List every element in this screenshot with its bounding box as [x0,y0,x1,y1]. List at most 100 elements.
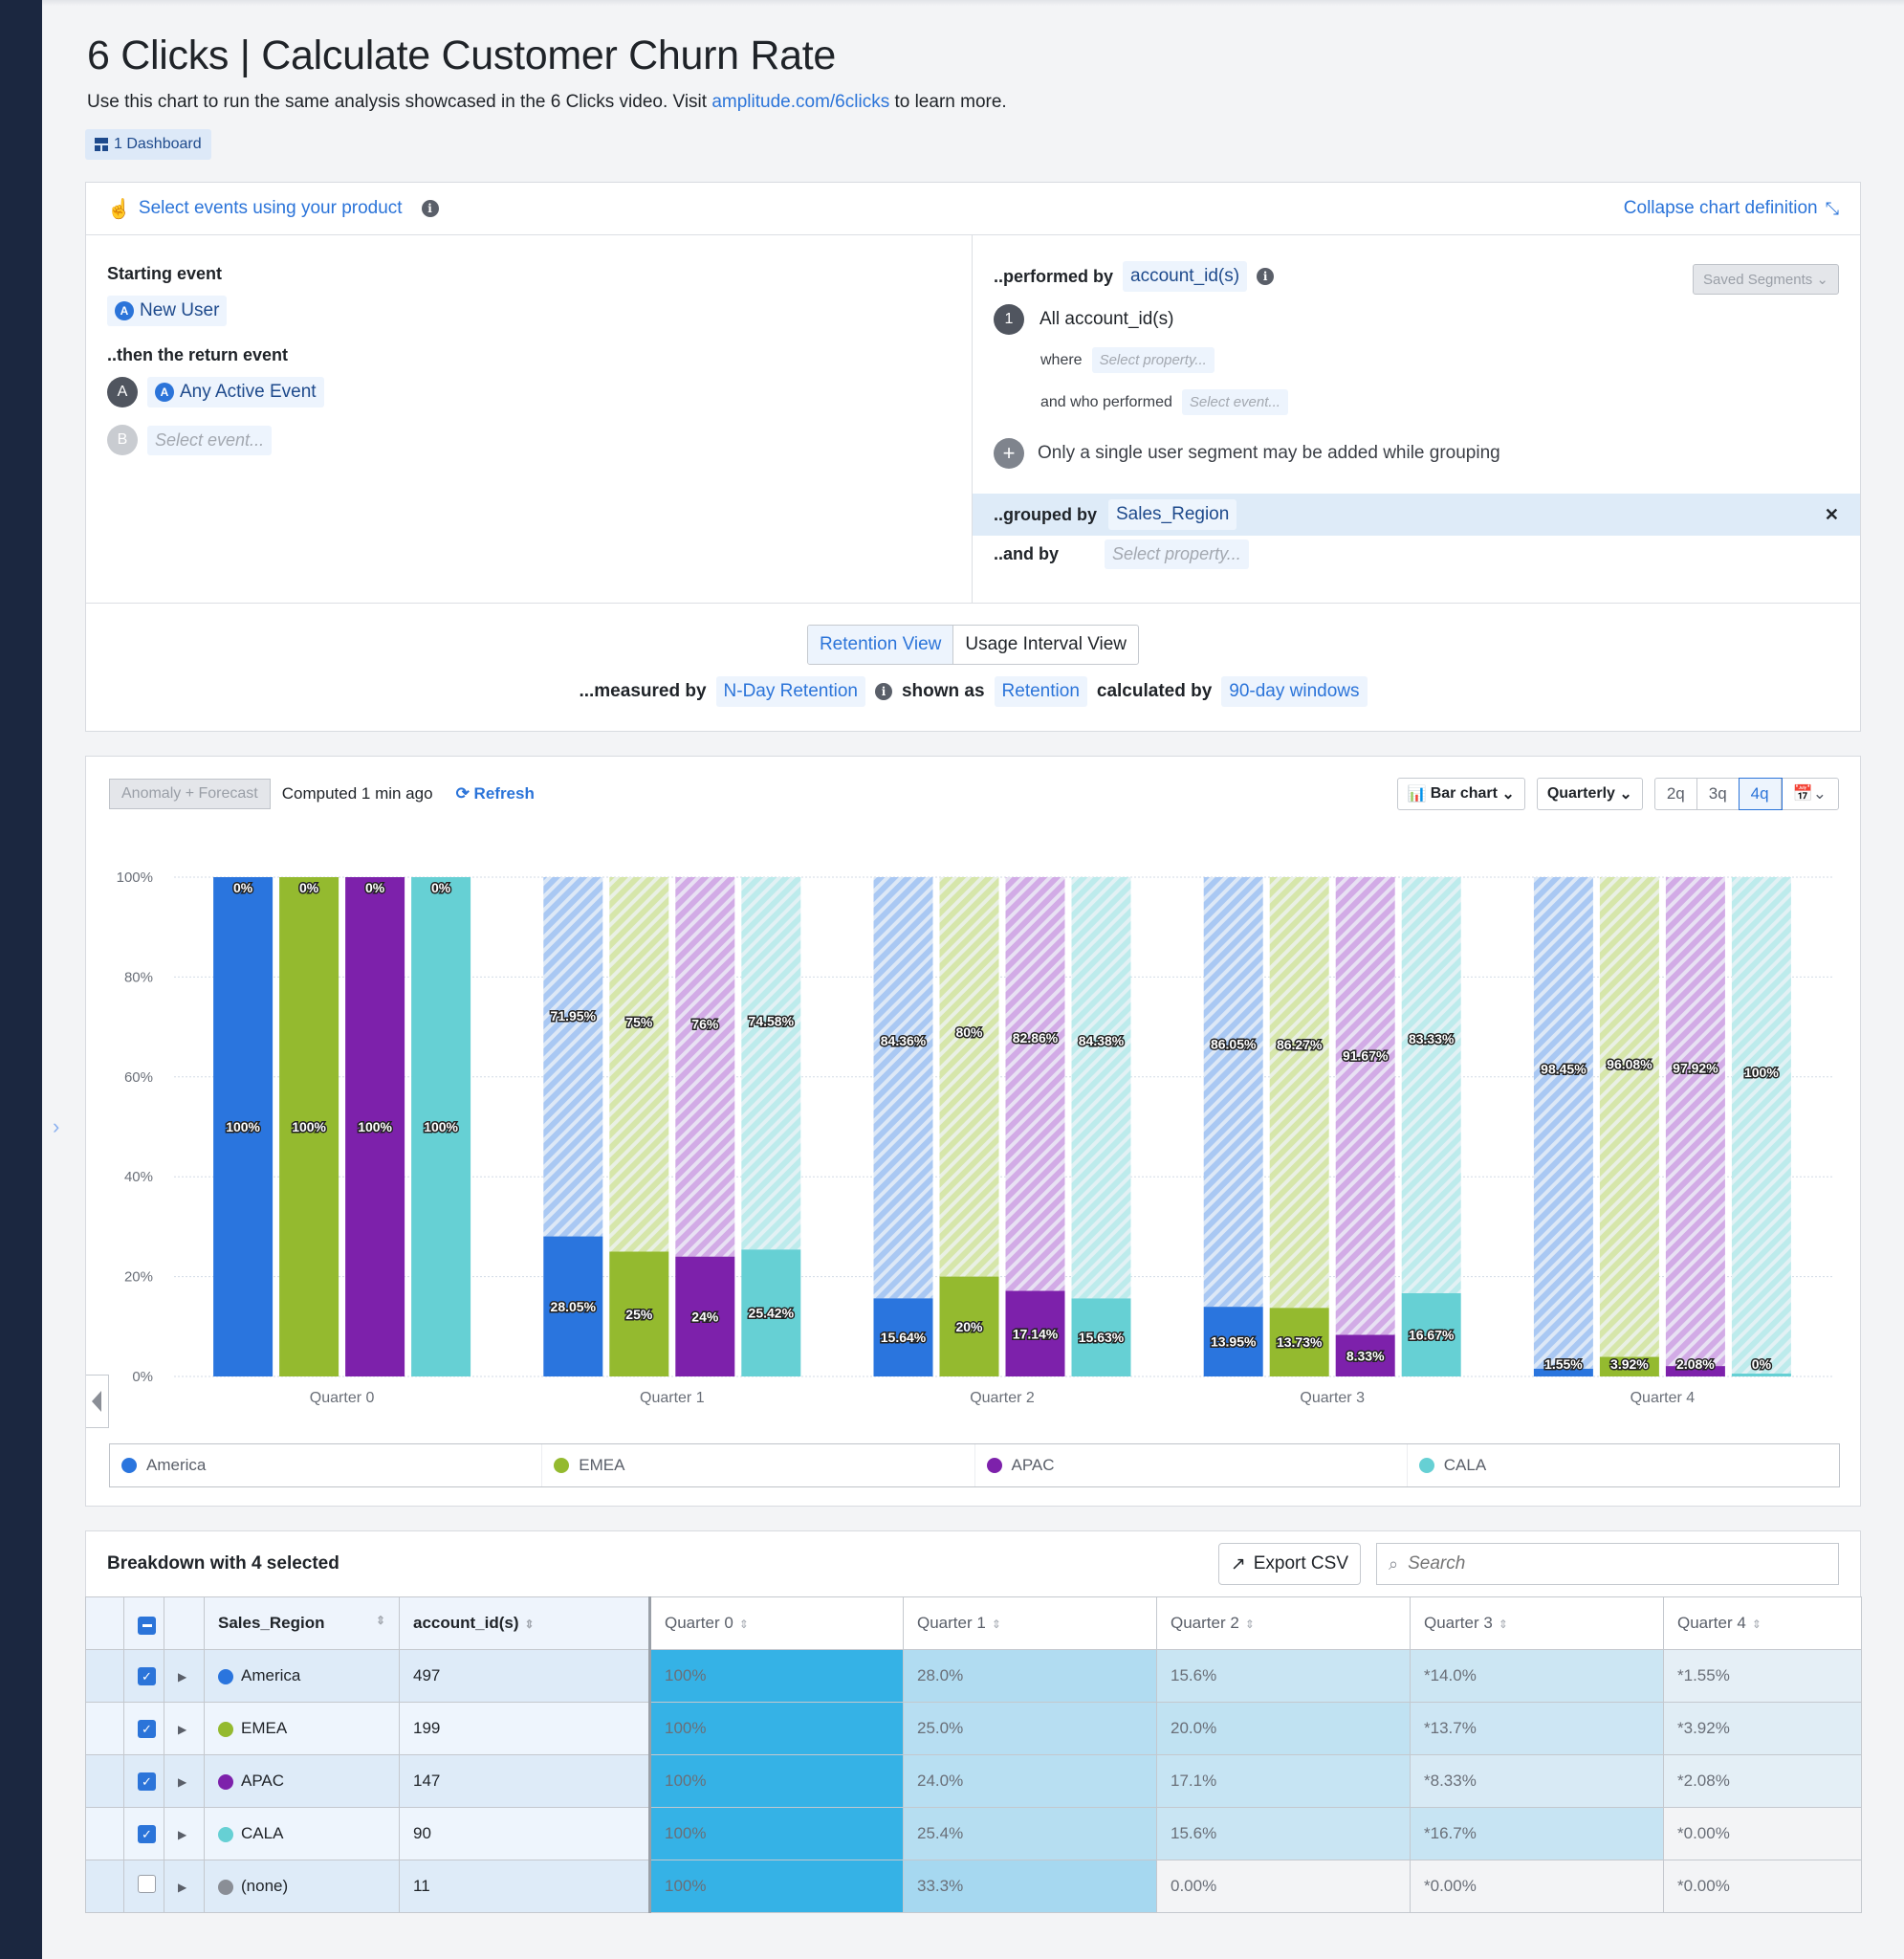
churned-bar-segment[interactable] [1665,877,1725,1367]
select-all-checkbox[interactable] [138,1616,156,1635]
churned-bar-segment[interactable] [1269,877,1329,1309]
retained-data-label: 0% [1752,1356,1772,1372]
select-events-link[interactable]: Select events using your product [139,198,403,219]
search-input[interactable] [1408,1553,1827,1574]
row-checkbox[interactable] [138,1875,156,1893]
measured-by-chip[interactable]: N-Day Retention [715,676,865,707]
column-header-sales-region[interactable]: Sales_Region ⇕ [204,1596,400,1650]
row-checkbox-cell[interactable] [123,1860,164,1913]
churned-bar-segment[interactable] [939,877,999,1277]
shown-as-chip[interactable]: Retention [994,676,1087,707]
row-checkbox[interactable]: ✓ [138,1720,156,1739]
churned-data-label: 91.67% [1343,1047,1389,1063]
collapse-legend-handle[interactable] [86,1375,109,1428]
retention-view-tab[interactable]: Retention View [807,626,954,664]
column-header-quarter-3[interactable]: Quarter 3 ⇕ [1410,1596,1664,1650]
legend-item[interactable]: EMEA [542,1444,975,1486]
where-property-input[interactable]: Select property... [1091,347,1215,373]
remove-group-close-icon[interactable]: ✕ [1825,505,1839,525]
starting-event-chip[interactable]: A New User [107,296,228,326]
six-clicks-link[interactable]: amplitude.com/6clicks [711,92,889,112]
row-checkbox-cell[interactable]: ✓ [123,1807,164,1860]
range-4q-button[interactable]: 4q [1738,778,1783,810]
search-field[interactable]: ⌕ [1376,1543,1839,1585]
churned-bar-segment[interactable] [873,877,933,1299]
retention-cell: *1.55% [1663,1649,1862,1703]
dashboard-badge[interactable]: 1 Dashboard [85,129,211,160]
legend-item[interactable]: APAC [975,1444,1408,1486]
y-tick-label: 60% [124,1069,153,1086]
range-3q-button[interactable]: 3q [1697,779,1740,809]
column-header-quarter-2[interactable]: Quarter 2 ⇕ [1156,1596,1411,1650]
performed-by-chip[interactable]: account_id(s) [1123,261,1248,292]
retention-cell: 20.0% [1156,1702,1411,1755]
table-row[interactable]: ✓ ▶ CALA 90 100% 25.4% 15.6% *16.7% *0.00% [85,1807,1862,1860]
column-header-account-ids[interactable]: account_id(s) ⇕ [399,1596,650,1650]
row-checkbox-cell[interactable]: ✓ [123,1702,164,1755]
segment-name[interactable]: All account_id(s) [1040,309,1173,330]
info-icon[interactable]: i [874,683,892,700]
chart-type-dropdown[interactable]: 📊 Bar chart ⌄ [1396,778,1525,810]
expand-caret-icon[interactable]: ▶ [178,1723,186,1736]
churned-bar-segment[interactable] [741,877,801,1250]
table-row[interactable]: ✓ ▶ EMEA 199 100% 25.0% 20.0% *13.7% *3.92% [85,1702,1862,1755]
row-checkbox-cell[interactable]: ✓ [123,1649,164,1703]
info-icon[interactable]: i [1257,268,1275,285]
churned-bar-segment[interactable] [1533,877,1593,1369]
churned-bar-segment[interactable] [1335,877,1395,1335]
range-2q-button[interactable]: 2q [1655,779,1697,809]
churned-bar-segment[interactable] [1599,877,1659,1357]
churned-bar-segment[interactable] [1071,876,1131,1299]
info-icon[interactable]: i [421,200,439,217]
expand-row-cell[interactable]: ▶ [164,1754,205,1808]
export-csv-button[interactable]: ↗ Export CSV [1217,1543,1361,1585]
row-checkbox[interactable]: ✓ [138,1772,156,1792]
column-header-quarter-4[interactable]: Quarter 4 ⇕ [1663,1596,1862,1650]
column-header-quarter-1[interactable]: Quarter 1 ⇕ [903,1596,1157,1650]
row-checkbox[interactable]: ✓ [138,1667,156,1686]
and-by-property-input[interactable]: Select property... [1105,539,1249,569]
saved-segments-dropdown[interactable]: Saved Segments ⌄ [1693,264,1839,295]
expand-row-cell[interactable]: ▶ [164,1860,205,1913]
interval-dropdown[interactable]: Quarterly ⌄ [1536,778,1643,810]
row-checkbox-cell[interactable]: ✓ [123,1754,164,1808]
expand-caret-icon[interactable]: ▶ [178,1828,186,1841]
expand-panel-chevron-icon[interactable]: › [53,1114,59,1139]
add-segment-plus-icon[interactable]: + [994,438,1024,469]
churned-bar-segment[interactable] [1731,877,1791,1376]
x-tick-label: Quarter 3 [1300,1390,1365,1406]
expand-row-cell[interactable]: ▶ [164,1649,205,1703]
retention-cell: *2.08% [1663,1754,1862,1808]
retained-bar-segment[interactable] [1731,1374,1791,1376]
column-header-quarter-0[interactable]: Quarter 0 ⇕ [648,1596,904,1650]
churned-bar-segment[interactable] [1203,877,1263,1308]
expand-caret-icon[interactable]: ▶ [178,1775,186,1789]
refresh-button[interactable]: ⟳ Refresh [456,784,535,803]
return-event-chip[interactable]: A Any Active Event [147,377,324,407]
region-cell: (none) [204,1860,400,1913]
churned-bar-segment[interactable] [543,877,603,1237]
legend-item[interactable]: CALA [1408,1444,1839,1486]
table-row[interactable]: ✓ ▶ America 497 100% 28.0% 15.6% *14.0% *1.55% [85,1649,1862,1703]
who-performed-event-input[interactable]: Select event... [1181,389,1288,415]
select-all-checkbox-cell[interactable] [123,1596,164,1650]
legend-item[interactable]: America [110,1444,543,1486]
churned-bar-segment[interactable] [1401,877,1461,1293]
select-event-b-input[interactable]: Select event... [147,425,273,455]
row-checkbox[interactable]: ✓ [138,1825,156,1844]
calculated-by-chip[interactable]: 90-day windows [1221,676,1368,707]
collapse-chart-definition-button[interactable]: Collapse chart definition ⤡ [1624,198,1839,219]
anomaly-forecast-button[interactable]: Anomaly + Forecast [109,779,271,809]
expand-row-cell[interactable]: ▶ [164,1702,205,1755]
table-row[interactable]: ✓ ▶ APAC 147 100% 24.0% 17.1% *8.33% *2.08% [85,1754,1862,1808]
expand-caret-icon[interactable]: ▶ [178,1881,186,1894]
expand-row-cell[interactable]: ▶ [164,1807,205,1860]
churned-bar-segment[interactable] [609,877,669,1252]
churned-bar-segment[interactable] [1005,877,1065,1291]
usage-interval-view-tab[interactable]: Usage Interval View [953,626,1138,664]
expand-caret-icon[interactable]: ▶ [178,1670,186,1684]
calendar-dropdown[interactable]: 📅 ⌄ [1782,779,1838,809]
table-row[interactable]: ▶ (none) 11 100% 33.3% 0.00% *0.00% *0.00% [85,1860,1862,1913]
grouped-by-chip[interactable]: Sales_Region [1108,499,1237,530]
churned-bar-segment[interactable] [675,877,735,1257]
